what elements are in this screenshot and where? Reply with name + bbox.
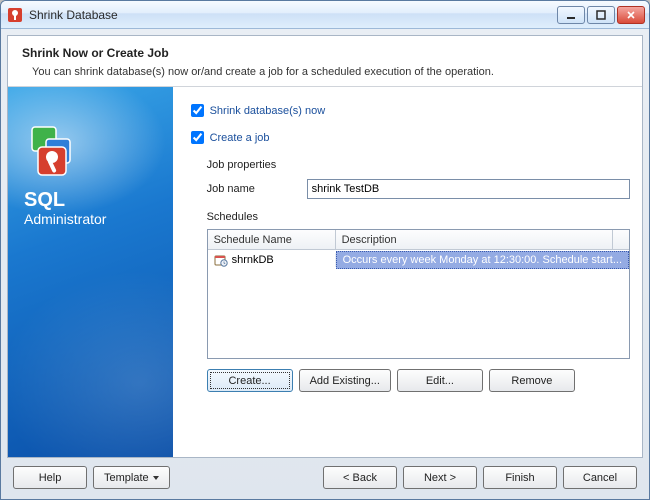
template-button[interactable]: Template <box>93 466 170 489</box>
help-button[interactable]: Help <box>13 466 87 489</box>
remove-button[interactable]: Remove <box>489 369 575 392</box>
app-name: SQL <box>24 189 163 211</box>
table-row[interactable]: shrnkDB Occurs every week Monday at 12:3… <box>208 250 629 270</box>
chevron-down-icon <box>153 476 159 480</box>
app-logo-icon <box>24 121 84 181</box>
close-button[interactable] <box>617 6 645 24</box>
next-button[interactable]: Next > <box>403 466 477 489</box>
finish-button[interactable]: Finish <box>483 466 557 489</box>
page-title: Shrink Now or Create Job <box>22 46 628 60</box>
create-job-checkbox[interactable] <box>191 131 204 144</box>
footer-buttons: Help Template < Back Next > Finish Cance… <box>7 458 643 493</box>
cancel-button[interactable]: Cancel <box>563 466 637 489</box>
shrink-now-checkbox-row[interactable]: Shrink database(s) now <box>187 101 630 120</box>
content-inner: Shrink Now or Create Job You can shrink … <box>7 35 643 458</box>
create-button[interactable]: Create... <box>207 369 293 392</box>
header-area: Shrink Now or Create Job You can shrink … <box>8 36 642 86</box>
job-name-input[interactable] <box>307 179 630 199</box>
schedules-label: Schedules <box>207 211 630 223</box>
job-name-label: Job name <box>207 183 307 195</box>
maximize-button[interactable] <box>587 6 615 24</box>
schedules-table-body: shrnkDB Occurs every week Monday at 12:3… <box>208 250 629 358</box>
cell-schedule-name-text: shrnkDB <box>232 254 274 266</box>
job-name-row: Job name <box>207 179 630 199</box>
window-title: Shrink Database <box>29 8 557 22</box>
content-outer: Shrink Now or Create Job You can shrink … <box>1 29 649 499</box>
page-description: You can shrink database(s) now or/and cr… <box>32 66 628 78</box>
dialog-window: Shrink Database Shrink Now or Create Job… <box>0 0 650 500</box>
app-title-icon <box>7 7 23 23</box>
schedules-table-header: Schedule Name Description <box>208 230 629 250</box>
col-schedule-name[interactable]: Schedule Name <box>208 230 336 249</box>
main-panel: Shrink database(s) now Create a job Job … <box>173 87 642 457</box>
app-subtitle: Administrator <box>24 211 163 227</box>
col-description[interactable]: Description <box>336 230 613 249</box>
job-properties-label: Job properties <box>207 159 630 171</box>
titlebar[interactable]: Shrink Database <box>1 1 649 29</box>
create-job-label: Create a job <box>210 132 270 144</box>
edit-button[interactable]: Edit... <box>397 369 483 392</box>
schedule-icon <box>214 253 228 267</box>
back-button[interactable]: < Back <box>323 466 397 489</box>
sidebar-banner: SQL Administrator <box>8 87 173 457</box>
cell-schedule-name[interactable]: shrnkDB <box>208 253 336 267</box>
minimize-button[interactable] <box>557 6 585 24</box>
cell-description[interactable]: Occurs every week Monday at 12:30:00. Sc… <box>336 251 629 269</box>
schedule-buttons: Create... Add Existing... Edit... Remove <box>207 369 630 392</box>
body-area: SQL Administrator Shrink database(s) now… <box>8 86 642 457</box>
template-button-label: Template <box>104 472 149 484</box>
schedules-table[interactable]: Schedule Name Description <box>207 229 630 359</box>
window-buttons <box>557 6 645 24</box>
shrink-now-checkbox[interactable] <box>191 104 204 117</box>
col-scroll-spacer <box>613 230 629 249</box>
shrink-now-label: Shrink database(s) now <box>210 105 326 117</box>
add-existing-button[interactable]: Add Existing... <box>299 369 391 392</box>
create-job-checkbox-row[interactable]: Create a job <box>187 128 630 147</box>
